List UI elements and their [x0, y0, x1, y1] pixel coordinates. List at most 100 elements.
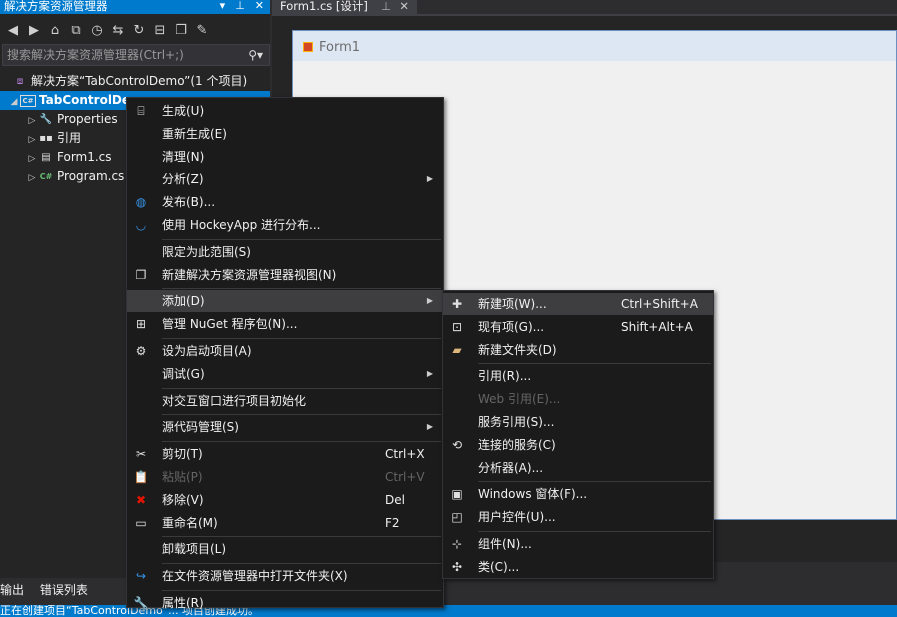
tab-output[interactable]: 输出	[0, 583, 24, 597]
menu-item[interactable]: ✂ 剪切(T) Ctrl+X	[127, 443, 443, 465]
csharp-project-icon: C#	[20, 94, 36, 107]
menu-item-label: 卸载项目(L)	[162, 542, 227, 557]
history-icon[interactable]: ◷	[90, 23, 104, 38]
menu-separator	[162, 387, 441, 389]
menu-item[interactable]: ✖ 移除(V) Del	[127, 489, 443, 511]
menu-item-label: 引用(R)...	[478, 369, 532, 384]
menu-item[interactable]: ⌸ 生成(U)	[127, 100, 443, 122]
csharp-file-icon: C#	[39, 171, 53, 181]
pin-icon[interactable]: ⊥	[381, 0, 391, 12]
menu-item[interactable]: ◡ 使用 HockeyApp 进行分布...	[127, 214, 443, 236]
tab-form1-designer[interactable]: Form1.cs [设计] ⊥ ✕	[272, 0, 417, 14]
menu-item-label: 管理 NuGet 程序包(N)...	[162, 317, 298, 332]
menu-item-label: 现有项(G)...	[478, 319, 545, 334]
menu-item[interactable]: 添加(D) ▶	[127, 290, 443, 313]
expander-icon[interactable]: ▷	[26, 150, 38, 167]
menu-item[interactable]: 重新生成(E)	[127, 123, 443, 145]
menu-item-shortcut: Del	[385, 492, 405, 507]
solution-explorer-title: 解决方案资源管理器	[4, 0, 108, 13]
menu-item-label: 对交互窗口进行项目初始化	[162, 393, 307, 408]
paste-icon: 📋	[133, 470, 149, 484]
menu-separator	[478, 363, 711, 365]
open-folder-icon: ↪	[135, 569, 147, 584]
menu-item-label: Web 引用(E)...	[478, 392, 561, 407]
wrench-icon[interactable]: ✎	[195, 23, 209, 38]
menu-item-shortcut: F2	[385, 515, 400, 530]
expander-icon[interactable]: ◢	[8, 93, 20, 110]
pin-icon[interactable]: ⊥	[235, 0, 245, 12]
menu-item-label: 组件(N)...	[478, 537, 532, 551]
search-icon[interactable]: ⚲▾	[248, 45, 263, 65]
menu-item[interactable]: 引用(R)...	[443, 365, 713, 387]
menu-item[interactable]: ▰ 新建文件夹(D)	[443, 339, 713, 361]
tree-item[interactable]: ⧈ 解决方案“TabControlDemo”(1 个项目)	[0, 72, 270, 91]
menu-item[interactable]: 对交互窗口进行项目初始化	[127, 390, 443, 412]
menu-item-shortcut: Ctrl+V	[385, 470, 425, 484]
menu-item[interactable]: ⚙ 设为启动项目(A)	[127, 340, 443, 362]
class-icon: ✣	[451, 559, 463, 574]
menu-item-label: 用户控件(U)...	[478, 510, 556, 525]
scissors-icon: ✂	[135, 447, 147, 462]
user-control-icon: ◰	[451, 510, 463, 525]
menu-item[interactable]: 服务引用(S)...	[443, 411, 713, 433]
expander-icon[interactable]: ▷	[26, 169, 38, 186]
form-title: Form1	[319, 40, 361, 55]
menu-item[interactable]: ⊡ 现有项(G)... Shift+Alt+A	[443, 316, 713, 338]
menu-item[interactable]: 源代码管理(S) ▶	[127, 416, 443, 438]
menu-item-label: 类(C)...	[478, 559, 520, 574]
refresh-icon[interactable]: ↻	[132, 23, 146, 38]
menu-item-label: 重新生成(E)	[162, 126, 227, 141]
menu-separator	[478, 481, 711, 483]
publish-icon: ◍	[135, 195, 147, 210]
menu-item-label: 剪切(T)	[162, 447, 203, 462]
new-item-icon: ✚	[451, 297, 463, 311]
close-icon[interactable]: ✕	[255, 0, 264, 12]
menu-item-label: 在文件资源管理器中打开文件夹(X)	[162, 569, 348, 584]
collapse-icon[interactable]: ⊟	[153, 23, 167, 38]
tree-item-label: Form1.cs	[57, 150, 112, 164]
menu-item[interactable]: 分析器(A)...	[443, 457, 713, 479]
copy-icon[interactable]: ❐	[174, 23, 188, 38]
menu-item[interactable]: 分析(Z) ▶	[127, 168, 443, 190]
new-folder-icon: ▰	[452, 342, 462, 357]
menu-item[interactable]: ▭ 重命名(M) F2	[127, 512, 443, 534]
tab-error-list[interactable]: 错误列表	[40, 583, 88, 597]
menu-item[interactable]: 🔧 属性(R)	[127, 592, 443, 614]
menu-item-label: Windows 窗体(F)...	[478, 487, 588, 502]
menu-separator	[478, 531, 711, 532]
solution-explorer-title-bar: 解决方案资源管理器 ▾ ⊥ ✕	[0, 0, 270, 14]
sync-icon[interactable]: ⇆	[111, 23, 125, 38]
menu-item[interactable]: 限定为此范围(S)	[127, 241, 443, 263]
menu-item[interactable]: 清理(N)	[127, 146, 443, 168]
gear-icon: ⚙	[135, 344, 147, 358]
menu-item[interactable]: ◰ 用户控件(U)...	[443, 506, 713, 528]
hockeyapp-icon: ◡	[135, 218, 147, 232]
home-icon[interactable]: ⌂	[48, 23, 62, 38]
menu-item[interactable]: ⟲ 连接的服务(C)	[443, 434, 713, 456]
menu-item[interactable]: ✣ 类(C)...	[443, 556, 713, 578]
menu-item[interactable]: ✚ 新建项(W)... Ctrl+Shift+A	[443, 293, 713, 315]
menu-item-label: 清理(N)	[162, 149, 205, 164]
menu-item[interactable]: 卸载项目(L)	[127, 538, 443, 560]
form-icon: ▤	[41, 151, 51, 163]
dropdown-icon[interactable]: ▾	[220, 0, 226, 12]
menu-item-label: 粘贴(P)	[162, 470, 203, 484]
menu-item[interactable]: 调试(G) ▶	[127, 363, 443, 385]
menu-item[interactable]: ▣ Windows 窗体(F)...	[443, 483, 713, 505]
project-context-menu: ⌸ 生成(U) 重新生成(E) 清理(N) 分析(Z) ▶ ◍ 发布(B)... ◡ 使用 Hoc…	[126, 97, 444, 610]
expander-icon[interactable]: ▷	[26, 131, 38, 148]
menu-item-label: 源代码管理(S)	[162, 420, 239, 435]
existing-item-icon: ⊡	[451, 319, 463, 334]
switch-view-icon[interactable]: ⧉	[69, 23, 83, 38]
search-input[interactable]: 搜索解决方案资源管理器(Ctrl+;) ⚲▾	[2, 44, 270, 66]
back-icon[interactable]: ◀	[6, 23, 20, 38]
menu-item[interactable]: ⊞ 管理 NuGet 程序包(N)...	[127, 313, 443, 335]
menu-item[interactable]: ↪ 在文件资源管理器中打开文件夹(X)	[127, 565, 443, 587]
close-icon[interactable]: ✕	[399, 0, 409, 12]
menu-item[interactable]: ❐ 新建解决方案资源管理器视图(N)	[127, 264, 443, 286]
forward-icon[interactable]: ▶	[27, 23, 41, 38]
expander-icon[interactable]: ▷	[26, 112, 38, 129]
menu-item-label: 发布(B)...	[162, 195, 216, 210]
menu-item[interactable]: ◍ 发布(B)...	[127, 191, 443, 213]
menu-item[interactable]: ⊹ 组件(N)...	[443, 533, 713, 555]
